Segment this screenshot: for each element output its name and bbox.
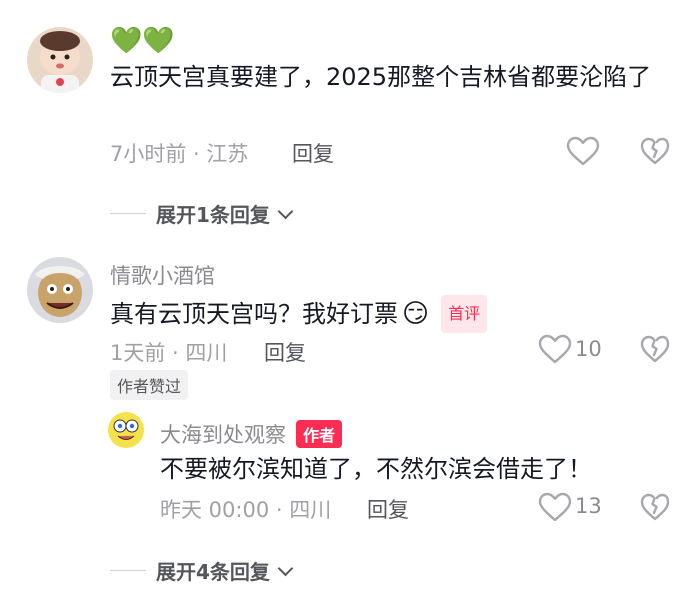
heart-icon[interactable] — [566, 136, 600, 166]
comment1-meta: 7小时前 · 江苏 — [110, 142, 249, 166]
expand-label: 展开1条回复 — [156, 203, 270, 227]
comment2-username[interactable]: 情歌小酒馆 — [110, 260, 215, 290]
first-comment-badge: 首评 — [441, 295, 488, 333]
reply1-username[interactable]: 大海到处观察 — [160, 419, 286, 449]
reply1-header: 大海到处观察 作者 — [160, 419, 343, 449]
avatar-user1[interactable] — [27, 27, 93, 93]
avatar-author[interactable] — [108, 412, 144, 448]
avatar-user2[interactable] — [27, 257, 93, 323]
chevron-down-icon — [277, 560, 294, 576]
comment1-reply-button[interactable]: 回复 — [292, 138, 334, 168]
comment2-reply-button[interactable]: 回复 — [264, 337, 306, 367]
chevron-down-icon — [277, 203, 294, 219]
comment2-meta: 1天前 · 四川 — [110, 341, 228, 365]
dislike-heart-icon[interactable] — [640, 492, 670, 522]
expand-divider — [110, 213, 146, 214]
reply1-reply-button[interactable]: 回复 — [367, 494, 409, 524]
expand-label: 展开4条回复 — [156, 560, 270, 584]
comment1-emojis: 💚💚 — [110, 26, 175, 56]
expand-replies-1[interactable]: 展开1条回复 — [110, 199, 294, 228]
author-badge: 作者 — [296, 420, 343, 448]
reply1-meta: 昨天 00:00 · 四川 — [160, 498, 332, 522]
comment2-like-count: 10 — [575, 337, 602, 361]
dislike-heart-icon[interactable] — [640, 136, 670, 166]
expand-replies-4[interactable]: 展开4条回复 — [110, 556, 294, 585]
comment2-text-row: 真有云顶天宫吗？我好订票 😏 首评 — [110, 295, 488, 333]
reply1-like-count: 13 — [575, 494, 602, 518]
author-liked-badge: 作者赞过 — [110, 370, 189, 400]
heart-icon[interactable] — [538, 334, 572, 364]
heart-icon[interactable] — [538, 492, 572, 522]
comment2-text: 真有云顶天宫吗？我好订票 — [110, 300, 398, 328]
expand-divider — [110, 570, 146, 571]
smirk-emoji: 😏 — [402, 299, 430, 329]
dislike-heart-icon[interactable] — [640, 334, 670, 364]
reply1-text: 不要被尔滨知道了，不然尔滨会借走了！ — [160, 455, 592, 483]
comment1-text: 云顶天宫真要建了，2025那整个吉林省都要沦陷了 — [110, 63, 652, 91]
